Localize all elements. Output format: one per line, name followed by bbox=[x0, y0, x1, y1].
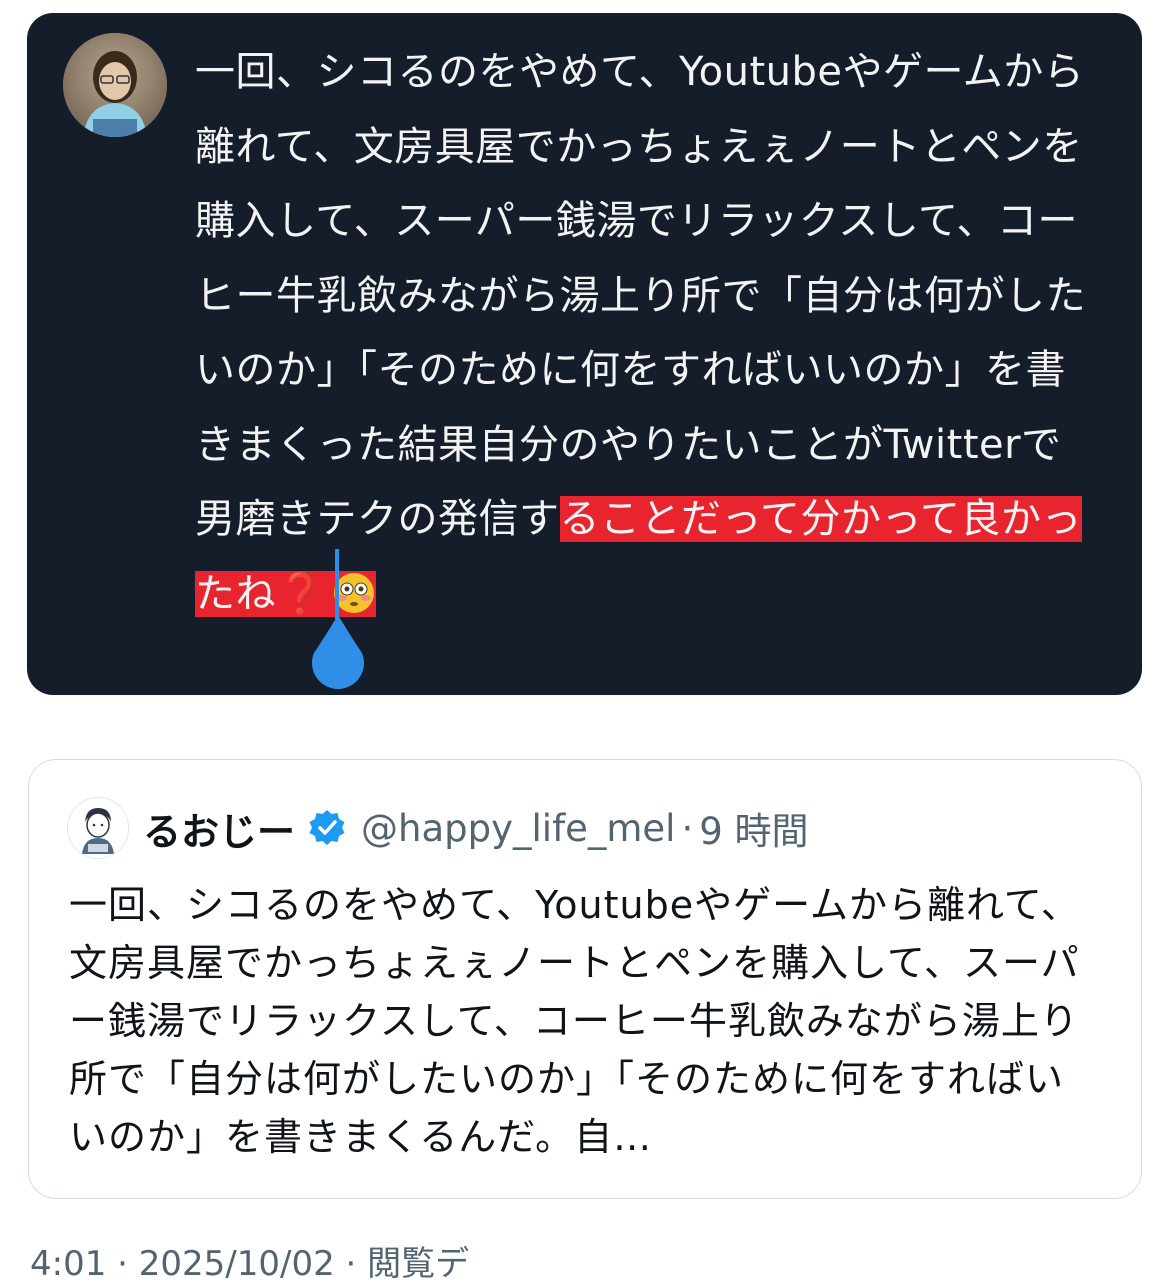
author-avatar bbox=[63, 33, 167, 137]
question-mark: ❓ bbox=[276, 570, 327, 617]
screenshot-image: 一回、シコるのをやめて、Youtubeやゲームから離れて、文房具屋でかっちょえぇ… bbox=[27, 13, 1142, 695]
author-avatar-photo bbox=[63, 33, 167, 137]
screenshot-text: 一回、シコるのをやめて、Youtubeやゲームから離れて、文房具屋でかっちょえぇ… bbox=[195, 35, 1095, 631]
quote-tweet-header: るおじー @happy_life_mel · 9 時間 bbox=[67, 797, 809, 859]
quote-author-name[interactable]: るおじー bbox=[143, 801, 295, 856]
quote-tweet-card[interactable]: るおじー @happy_life_mel · 9 時間 一回、シコるのをやめて、… bbox=[28, 759, 1142, 1199]
quote-author-handle[interactable]: @happy_life_mel bbox=[361, 807, 675, 850]
text-selection-caret[interactable] bbox=[335, 549, 339, 619]
quote-separator: · bbox=[681, 806, 694, 850]
quote-avatar-illustration-icon bbox=[68, 798, 128, 858]
screenshot-text-plain: 一回、シコるのをやめて、Youtubeやゲームから離れて、文房具屋でかっちょえぇ… bbox=[195, 49, 1086, 542]
quote-timestamp[interactable]: 9 時間 bbox=[699, 801, 808, 855]
tweet-meta-footer: 4:01 · 2025/10/02 · 閲覧デ bbox=[30, 1244, 470, 1284]
quote-tweet-body: 一回、シコるのをやめて、Youtubeやゲームから離れて、文房具屋でかっちょえぇ… bbox=[69, 883, 1080, 1159]
selection-handle-icon[interactable] bbox=[308, 613, 368, 693]
quote-author-avatar[interactable] bbox=[67, 797, 129, 859]
verified-badge-icon bbox=[309, 810, 345, 845]
